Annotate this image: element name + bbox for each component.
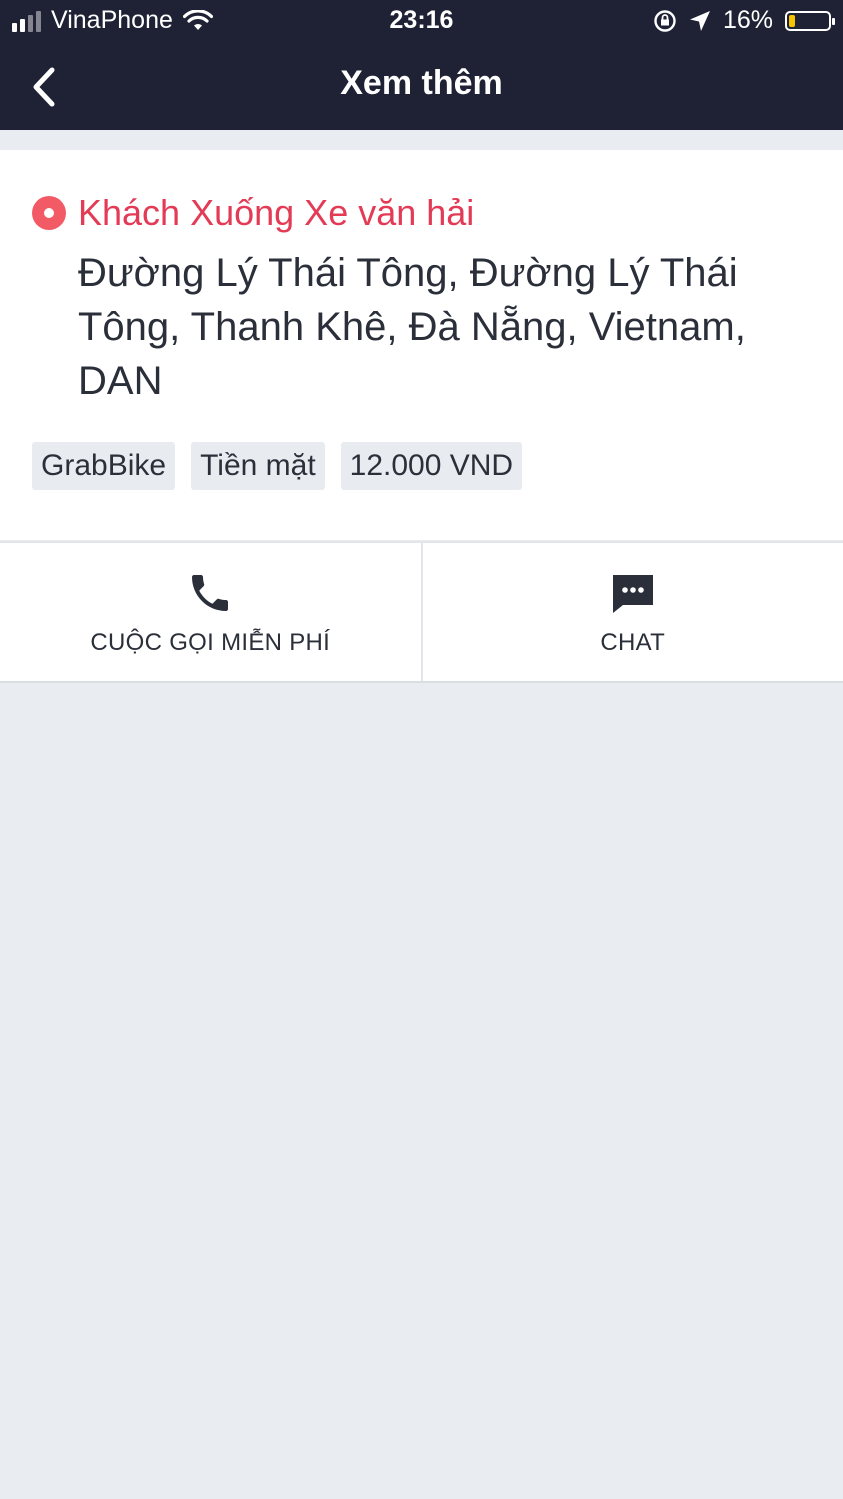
phone-icon (192, 575, 229, 611)
chat-bubble-icon (612, 575, 653, 613)
booking-tags: GrabBike Tiền mặt 12.000 VND (32, 442, 523, 490)
chat-label: CHAT (600, 629, 666, 656)
status-bar: VinaPhone 23:16 16% (0, 0, 843, 44)
booking-card: Khách Xuống Xe văn hải Đường Lý Thái Tôn… (0, 150, 843, 540)
location-arrow-icon (689, 10, 710, 31)
free-call-label: CUỘC GỌI MIỄN PHÍ (90, 629, 331, 656)
battery-percent: 16% (722, 6, 773, 34)
payment-method-chip: Tiền mặt (191, 442, 325, 490)
free-call-button[interactable]: CUỘC GỌI MIỄN PHÍ (0, 543, 421, 681)
contact-actions: CUỘC GỌI MIỄN PHÍ CHAT (0, 541, 843, 683)
dropoff-address: Đường Lý Thái Tông, Đường Lý Thái Tông, … (78, 251, 746, 403)
chat-button[interactable]: CHAT (420, 543, 843, 681)
battery-icon (785, 10, 835, 31)
page-title: Xem thêm (340, 64, 503, 102)
fare-chip: 12.000 VND (340, 442, 523, 490)
orientation-lock-icon (654, 9, 676, 32)
passenger-name: Khách Xuống Xe văn hải (78, 192, 475, 233)
app-header: VinaPhone 23:16 16% Xem thêm (0, 0, 843, 130)
dropoff-marker-icon (32, 196, 66, 230)
navigation-bar: Xem thêm (0, 44, 843, 130)
service-type-chip: GrabBike (32, 442, 176, 490)
